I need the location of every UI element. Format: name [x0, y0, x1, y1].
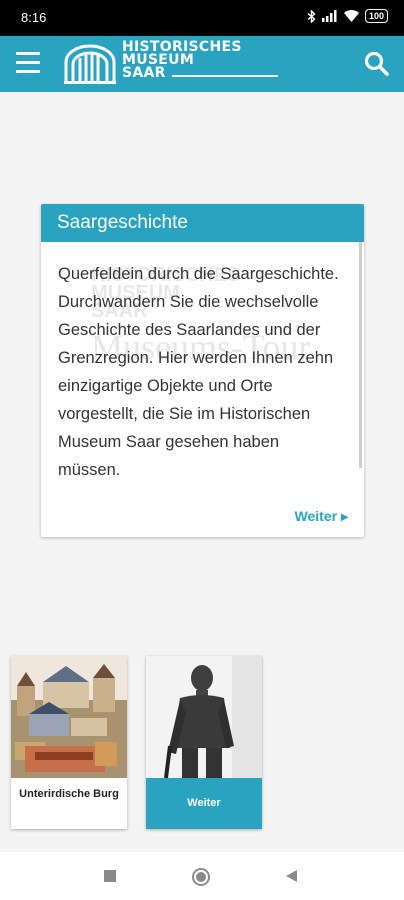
- museum-logo-text: HISTORISCHES MUSEUM SAAR: [122, 40, 278, 81]
- tile-label: Weiter: [146, 778, 262, 829]
- home-icon[interactable]: [191, 867, 211, 887]
- battery-indicator: 100: [364, 9, 388, 23]
- recent-apps-icon[interactable]: [103, 869, 117, 883]
- bluetooth-icon: [307, 9, 316, 23]
- museum-logo-icon: [64, 44, 116, 84]
- status-time: 8:16: [21, 10, 47, 25]
- castle-model-image: [11, 656, 127, 778]
- card-title: Saargeschichte: [41, 204, 364, 242]
- tile-weiter[interactable]: Weiter: [146, 656, 262, 829]
- system-nav-bar: [0, 852, 404, 900]
- tile-unterirdische-burg[interactable]: Unterirdische Burg: [11, 656, 127, 829]
- signal-icon: [321, 10, 337, 22]
- status-icons: 100: [307, 9, 388, 23]
- card-more-button[interactable]: Weiter ▸: [295, 508, 348, 525]
- search-icon[interactable]: [364, 51, 390, 77]
- logo-rule: [171, 74, 278, 77]
- card-body[interactable]: HISTORISCHES MUSEUM SAAR Museums-Tour Qu…: [41, 242, 364, 492]
- back-icon[interactable]: [285, 869, 298, 883]
- hamburger-menu-icon[interactable]: [16, 52, 40, 74]
- logo-line-3: SAAR: [122, 65, 166, 81]
- card-description: Querfeldein durch die Saargeschichte. Du…: [58, 265, 339, 479]
- wifi-icon: [343, 10, 359, 22]
- status-bar: 8:16 100: [0, 0, 404, 36]
- tour-card: Saargeschichte HISTORISCHES MUSEUM SAAR …: [41, 204, 364, 537]
- card-scrollbar[interactable]: [359, 242, 362, 468]
- app-bar: HISTORISCHES MUSEUM SAAR: [0, 36, 404, 92]
- armored-statue-image: [146, 656, 262, 778]
- tile-label: Unterirdische Burg: [19, 788, 119, 800]
